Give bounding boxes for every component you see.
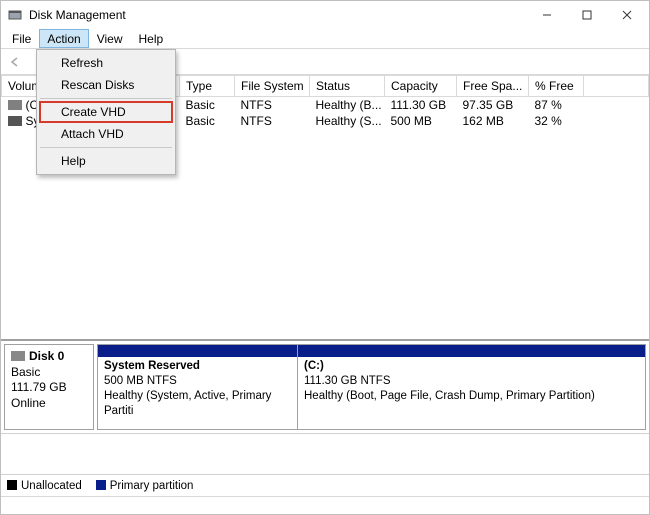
legend-swatch-primary xyxy=(96,480,106,490)
disk-icon xyxy=(11,351,25,361)
cell-capacity: 111.30 GB xyxy=(385,97,457,114)
menu-create-vhd[interactable]: Create VHD xyxy=(39,101,173,123)
partition-map: System Reserved 500 MB NTFS Healthy (Sys… xyxy=(97,344,646,430)
disk-graphic-pane: Disk 0 Basic 111.79 GB Online System Res… xyxy=(1,339,649,474)
cell-fs: NTFS xyxy=(235,113,310,129)
menu-action[interactable]: Action xyxy=(39,29,88,48)
legend: Unallocated Primary partition xyxy=(1,474,649,496)
col-fs[interactable]: File System xyxy=(235,76,310,97)
legend-label: Unallocated xyxy=(21,480,82,492)
disk-size: 111.79 GB xyxy=(11,380,87,396)
action-menu-dropdown: Refresh Rescan Disks Create VHD Attach V… xyxy=(36,49,176,175)
menu-separator xyxy=(40,98,172,99)
partition-title: System Reserved xyxy=(104,359,291,374)
cell-status: Healthy (S... xyxy=(310,113,385,129)
cell-free: 162 MB xyxy=(457,113,529,129)
cell-free: 97.35 GB xyxy=(457,97,529,114)
status-bar xyxy=(1,496,649,514)
col-free[interactable]: Free Spa... xyxy=(457,76,529,97)
disk-header: Disk 0 Basic 111.79 GB Online xyxy=(4,344,94,430)
partition-title: (C:) xyxy=(304,359,639,374)
close-button[interactable] xyxy=(607,1,647,29)
disk-state: Online xyxy=(11,396,87,412)
cell-fs: NTFS xyxy=(235,97,310,114)
col-spacer xyxy=(584,76,649,97)
col-type[interactable]: Type xyxy=(180,76,235,97)
cell-type: Basic xyxy=(180,97,235,114)
back-icon[interactable] xyxy=(7,54,23,70)
col-capacity[interactable]: Capacity xyxy=(385,76,457,97)
volume-icon xyxy=(8,116,22,126)
cell-capacity: 500 MB xyxy=(385,113,457,129)
menu-bar: File Action View Help xyxy=(1,29,649,49)
app-title: Disk Management xyxy=(29,8,527,22)
col-pct[interactable]: % Free xyxy=(529,76,584,97)
legend-label: Primary partition xyxy=(110,480,194,492)
partition-stripe xyxy=(98,345,297,357)
menu-refresh[interactable]: Refresh xyxy=(39,52,173,74)
title-bar: Disk Management xyxy=(1,1,649,29)
volume-icon xyxy=(8,100,22,110)
app-icon xyxy=(7,7,23,23)
partition[interactable]: System Reserved 500 MB NTFS Healthy (Sys… xyxy=(98,345,298,429)
cell-status: Healthy (B... xyxy=(310,97,385,114)
disk-name: Disk 0 xyxy=(29,349,64,363)
menu-attach-vhd[interactable]: Attach VHD xyxy=(39,123,173,145)
menu-help[interactable]: Help xyxy=(39,150,173,172)
cell-type: Basic xyxy=(180,113,235,129)
menu-separator xyxy=(40,147,172,148)
partition-stripe xyxy=(298,345,645,357)
minimize-button[interactable] xyxy=(527,1,567,29)
cell-pct: 32 % xyxy=(529,113,584,129)
menu-help[interactable]: Help xyxy=(131,29,172,48)
col-status[interactable]: Status xyxy=(310,76,385,97)
partition-status: Healthy (System, Active, Primary Partiti xyxy=(104,389,291,419)
legend-swatch-unallocated xyxy=(7,480,17,490)
partition[interactable]: (C:) 111.30 GB NTFS Healthy (Boot, Page … xyxy=(298,345,645,429)
disk-type: Basic xyxy=(11,365,87,381)
cell-pct: 87 % xyxy=(529,97,584,114)
partition-sub: 500 MB NTFS xyxy=(104,374,291,389)
menu-view[interactable]: View xyxy=(89,29,131,48)
partition-sub: 111.30 GB NTFS xyxy=(304,374,639,389)
maximize-button[interactable] xyxy=(567,1,607,29)
partition-status: Healthy (Boot, Page File, Crash Dump, Pr… xyxy=(304,389,639,404)
disk-row[interactable]: Disk 0 Basic 111.79 GB Online System Res… xyxy=(1,341,649,434)
menu-file[interactable]: File xyxy=(4,29,39,48)
menu-rescan-disks[interactable]: Rescan Disks xyxy=(39,74,173,96)
